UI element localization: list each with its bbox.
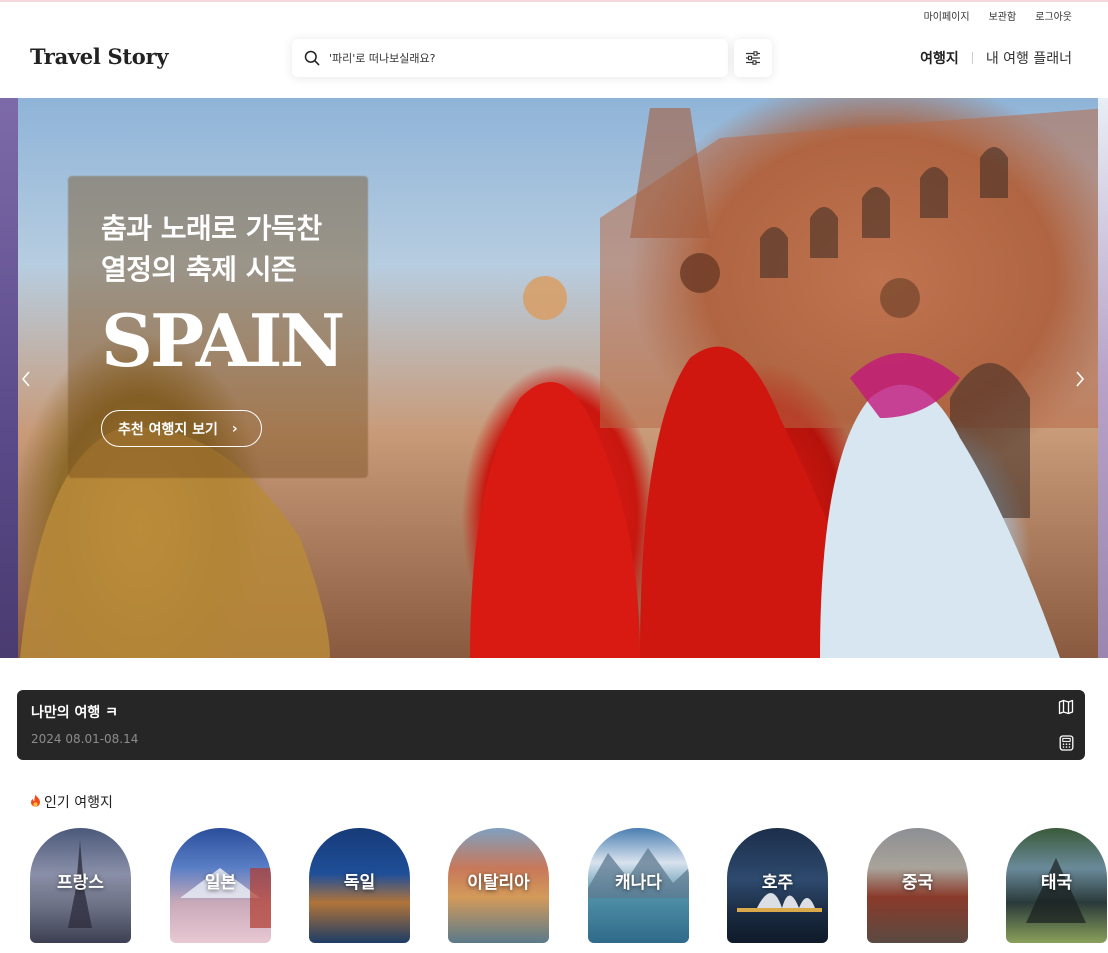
prev-slide-button[interactable] [16,366,36,392]
search-icon [304,50,320,66]
saved-link[interactable]: 보관함 [989,8,1017,23]
destination-label: 독일 [343,873,376,893]
destination-card-china[interactable]: 중국 [867,828,968,943]
destination-label: 호주 [761,873,794,893]
destination-card-france[interactable]: 프랑스 [30,828,131,943]
next-slide-button[interactable] [1070,366,1090,392]
hero-title: 춤과 노래로 가득찬 열정의 축제 시즌 [101,208,322,290]
destination-label: 중국 [901,873,934,893]
destination-card-japan[interactable]: 일본 [170,828,271,943]
hero-country: SPAIN [101,298,345,383]
search-input[interactable] [329,51,709,65]
popular-heading: 인기 여행지 [30,792,113,812]
chevron-left-icon [21,371,30,387]
destination-label: 캐나다 [615,873,662,893]
mypage-link[interactable]: 마이페이지 [924,8,970,23]
destination-card-canada[interactable]: 캐나다 [588,828,689,943]
destination-card-italy[interactable]: 이탈리아 [448,828,549,943]
site-logo[interactable]: Travel Story [30,44,168,69]
destination-label: 태국 [1040,873,1073,893]
nav-divider [971,52,973,64]
recommended-destinations-button[interactable]: 추천 여행지 보기 › [101,410,262,447]
main-nav: 여행지 내 여행 플래너 [920,48,1072,68]
calculator-icon[interactable] [1057,734,1075,752]
destination-label: 일본 [204,873,237,893]
fire-icon [30,794,41,811]
chevron-right-icon [1076,371,1085,387]
destination-card-germany[interactable]: 독일 [309,828,410,943]
sliders-icon [746,51,760,65]
nav-trip-planner[interactable]: 내 여행 플래너 [986,48,1072,68]
chevron-right-icon: › [231,420,238,437]
popular-heading-label: 인기 여행지 [44,795,113,811]
logout-link[interactable]: 로그아웃 [1035,8,1072,23]
next-slide-peek [1098,98,1108,658]
top-accent-line [0,0,1108,2]
cta-label: 추천 여행지 보기 [118,421,218,438]
destination-card-thailand[interactable]: 태국 [1006,828,1107,943]
destination-card-australia[interactable]: 호주 [727,828,828,943]
map-icon[interactable] [1057,698,1075,716]
trip-date: 2024 08.01-08.14 [31,732,139,746]
popular-destinations: 프랑스 일본 독일 이탈리아 캐나다 호주 중국 태국 [30,828,1108,943]
destination-label: 이탈리아 [467,873,530,893]
my-trip-card[interactable]: 나만의 여행 ㅋ 2024 08.01-08.14 [17,690,1085,760]
hero-title-line2: 열정의 축제 시즌 [101,253,297,286]
nav-destinations[interactable]: 여행지 [920,48,959,68]
hero-title-line1: 춤과 노래로 가득찬 [101,212,322,245]
hero-banner: 춤과 노래로 가득찬 열정의 축제 시즌 SPAIN 추천 여행지 보기 › [0,98,1108,658]
utility-links: 마이페이지 보관함 로그아웃 [924,8,1072,23]
trip-title: 나만의 여행 ㅋ [31,705,119,721]
filter-button[interactable] [734,39,772,77]
search-bar [292,39,728,77]
destination-label: 프랑스 [57,873,104,893]
